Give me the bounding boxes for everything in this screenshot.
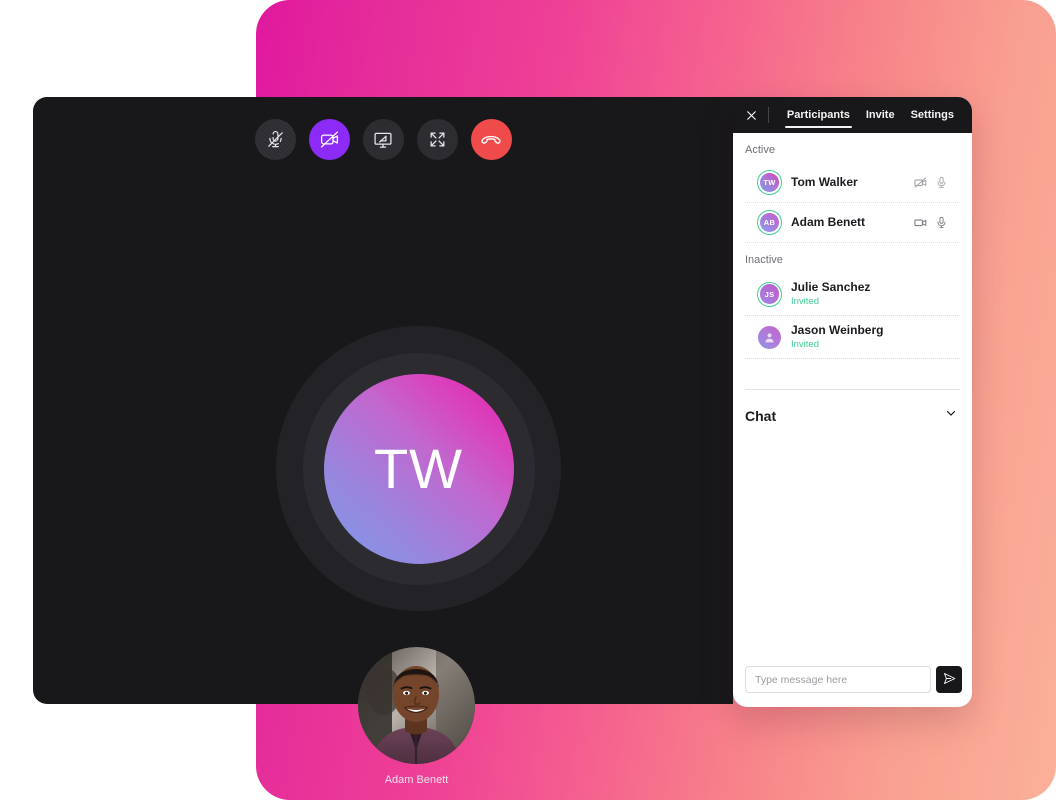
end-call-button[interactable] [470, 119, 512, 160]
send-icon [942, 671, 957, 689]
screen-share-icon [373, 130, 393, 150]
call-controls-toolbar [33, 119, 733, 160]
camera-off-button[interactable] [308, 119, 350, 160]
section-label-inactive: Inactive [745, 254, 783, 266]
status-badge: Invited [791, 339, 819, 350]
tab-participants[interactable]: Participants [779, 97, 858, 133]
avatar: AB [757, 210, 782, 235]
mic-icon[interactable] [935, 176, 948, 189]
phone-hangup-icon [480, 129, 502, 151]
microphone-off-button[interactable] [254, 119, 296, 160]
chat-title: Chat [745, 407, 777, 424]
self-view-photo [358, 647, 475, 764]
mic-icon[interactable] [935, 216, 948, 229]
video-off-icon [319, 129, 340, 150]
send-message-button[interactable] [936, 666, 962, 693]
participant-row[interactable]: TW Tom Walker [745, 163, 960, 203]
participant-controls [913, 175, 948, 190]
video-call-window: TW Adam Benett [33, 97, 733, 786]
participant-info: Julie Sanchez Invited [791, 280, 948, 308]
section-label-active: Active [745, 144, 775, 156]
chat-composer [733, 666, 972, 707]
video-off-icon[interactable] [913, 175, 928, 190]
chat-section-header[interactable]: Chat [733, 390, 972, 439]
mic-off-icon [266, 130, 285, 149]
participant-name: Julie Sanchez [791, 280, 871, 294]
participant-info: Tom Walker [791, 175, 913, 190]
avatar-placeholder-icon [758, 325, 781, 349]
active-speaker-avatar: TW [323, 373, 514, 564]
header-divider [768, 107, 769, 123]
video-on-icon[interactable] [913, 215, 928, 230]
avatar: JS [757, 281, 782, 307]
fullscreen-icon [428, 130, 447, 149]
tab-invite[interactable]: Invite [858, 97, 903, 133]
participant-name: Tom Walker [791, 175, 858, 189]
active-speaker-avatar-ring-inner: TW [302, 352, 535, 585]
participant-row[interactable]: AB Adam Benett [745, 203, 960, 243]
participants-list: Active TW Tom Walker AB Adam Benett Inac… [733, 133, 972, 389]
share-screen-button[interactable] [362, 119, 404, 160]
self-view-thumbnail[interactable]: Adam Benett [358, 647, 475, 786]
side-panel: Participants Invite Settings Active TW T… [733, 97, 972, 707]
avatar: TW [757, 170, 782, 195]
status-badge: Invited [791, 296, 819, 307]
close-icon[interactable] [743, 104, 760, 126]
participant-name: Adam Benett [791, 215, 866, 229]
fullscreen-button[interactable] [416, 119, 458, 160]
chat-messages-area [733, 439, 972, 666]
participant-info: Jason Weinberg Invited [791, 323, 948, 351]
self-view-name: Adam Benett [384, 774, 449, 786]
avatar [757, 325, 782, 350]
chevron-down-icon[interactable] [944, 406, 958, 425]
tab-settings[interactable]: Settings [903, 97, 962, 133]
participant-name: Jason Weinberg [791, 323, 884, 337]
screenshot-root: TW Adam Benett Participants Invite Setti… [0, 0, 1056, 800]
avatar-initials: JS [759, 284, 780, 304]
avatar-initials: TW [759, 172, 780, 193]
panel-header: Participants Invite Settings [733, 97, 972, 133]
participant-controls [913, 215, 948, 230]
avatar-initials: AB [759, 212, 780, 233]
participant-info: Adam Benett [791, 215, 913, 230]
active-speaker-avatar-ring-outer: TW [276, 326, 561, 611]
chat-message-input[interactable] [745, 666, 931, 693]
participant-row[interactable]: Jason Weinberg Invited [745, 316, 960, 359]
participant-row[interactable]: JS Julie Sanchez Invited [745, 273, 960, 316]
